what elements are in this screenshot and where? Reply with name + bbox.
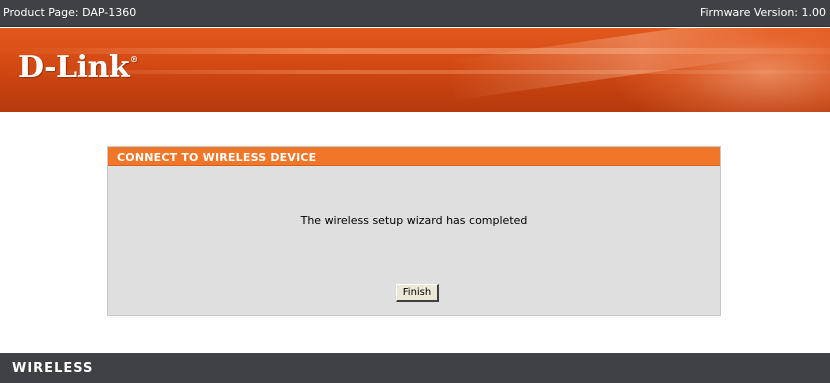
firmware-version-label: Firmware Version: 1.00 — [699, 6, 826, 19]
footer-brand: WIRELESS — [12, 361, 94, 376]
dlink-logo: D-Link® — [18, 50, 138, 85]
panel-header: CONNECT TO WIRELESS DEVICE — [108, 147, 720, 166]
logo-text: D-Link — [18, 50, 130, 85]
top-info-bar: Product Page: DAP-1360 Firmware Version:… — [0, 0, 830, 27]
logo-registered-mark: ® — [130, 54, 138, 64]
panel-title: CONNECT TO WIRELESS DEVICE — [117, 151, 317, 164]
footer-bar: WIRELESS — [0, 353, 830, 383]
header-banner: D-Link® — [0, 28, 830, 112]
banner-glow — [610, 28, 830, 112]
completion-message: The wireless setup wizard has completed — [300, 214, 528, 227]
product-page-label: Product Page: DAP-1360 — [3, 6, 137, 19]
connect-wireless-panel: CONNECT TO WIRELESS DEVICE The wireless … — [107, 146, 721, 316]
finish-button[interactable]: Finish — [396, 284, 439, 302]
